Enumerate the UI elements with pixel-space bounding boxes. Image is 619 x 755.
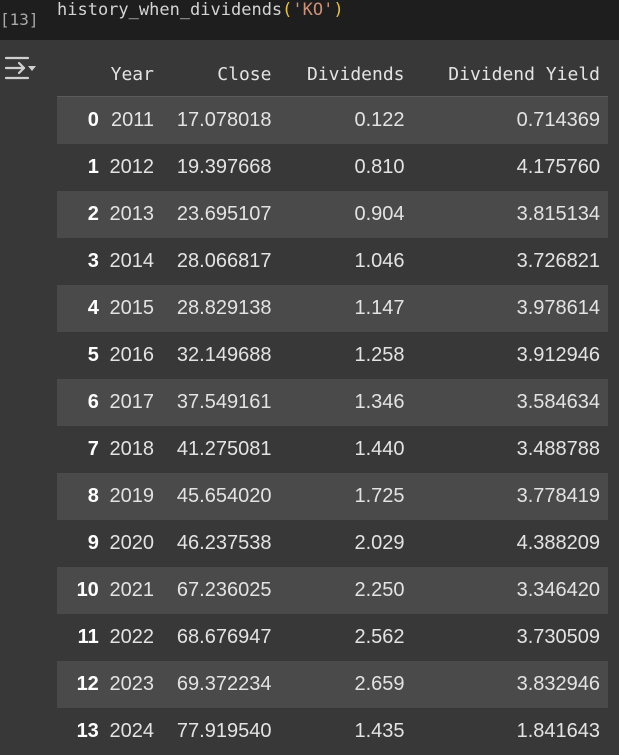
cell-year: 2013 [109,202,154,225]
dataframe-table: Year Close Dividends Dividend Yield 0 201… [57,52,608,755]
cell-close: 19.397668 [176,155,272,178]
cell-year: 2019 [109,484,154,507]
code-cell[interactable]: [13] history_when_dividends('KO') [0,0,619,40]
cell-dividend-yield: 1.841643 [516,719,600,742]
row-index: 13 [76,719,99,742]
cell-dividends: 0.122 [354,108,405,131]
index-header [57,52,105,97]
cell-year: 2021 [109,578,154,601]
table-row: 2 2013 23.695107 0.904 3.815134 [57,190,608,238]
cell-dividends: 2.562 [354,625,405,648]
table-row: 10 2021 67.236025 2.250 3.346420 [57,566,608,614]
table-row: 7 2018 41.275081 1.440 3.488788 [57,425,608,473]
table-row: 1 2012 19.397668 0.810 4.175760 [57,143,608,191]
cell-dividend-yield: 0.714369 [516,108,600,131]
cell-dividend-yield: 3.730509 [516,625,600,648]
cell-year: 2015 [109,296,154,319]
cell-dividend-yield: 3.488788 [516,437,600,460]
code-string-arg: 'KO' [292,0,334,20]
output-collapse-icon[interactable] [4,54,38,82]
table-row: 8 2019 45.654020 1.725 3.778419 [57,472,608,520]
cell-close: 46.237538 [176,531,272,554]
code-function-name: history_when_dividends [57,0,283,20]
cell-year: 2016 [109,343,154,366]
cell-dividends: 1.725 [354,484,405,507]
row-index: 7 [87,437,99,460]
table-row: 4 2015 28.829138 1.147 3.978614 [57,284,608,332]
cell-dividends: 0.904 [354,202,405,225]
cell-close: 77.919540 [176,719,272,742]
code-open-paren: ( [282,0,293,20]
row-index: 10 [76,578,99,601]
cell-dividend-yield: 3.815134 [516,202,600,225]
cell-dividend-yield: 3.346420 [516,578,600,601]
cell-dividends: 2.250 [354,578,405,601]
cell-dividend-yield: 3.584634 [516,390,600,413]
code-editor[interactable]: history_when_dividends('KO') [57,0,344,20]
cell-close: 37.549161 [176,390,272,413]
execution-count: [13] [0,10,39,29]
cell-close: 17.078018 [176,108,272,131]
cell-dividends: 1.435 [354,719,405,742]
cell-year: 2017 [109,390,154,413]
cell-year: 2020 [109,531,154,554]
table-row: 11 2022 68.676947 2.562 3.730509 [57,613,608,661]
cell-close: 23.695107 [176,202,272,225]
row-index: 12 [76,672,99,695]
cell-close: 45.654020 [176,484,272,507]
cell-dividends: 2.029 [354,531,405,554]
cell-close: 28.829138 [176,296,272,319]
cell-year: 2018 [109,437,154,460]
cell-year: 2024 [109,719,154,742]
cell-dividend-yield: 4.175760 [516,155,600,178]
table-row: 3 2014 28.066817 1.046 3.726821 [57,237,608,285]
row-index: 0 [87,108,99,131]
row-index: 2 [87,202,99,225]
table-header-row: Year Close Dividends Dividend Yield [57,52,608,97]
cell-close: 67.236025 [176,578,272,601]
cell-dividends: 0.810 [354,155,405,178]
row-index: 4 [87,296,99,319]
table-row: 13 2024 77.919540 1.435 1.841643 [57,707,608,755]
cell-year: 2012 [109,155,154,178]
cell-dividend-yield: 3.912946 [516,343,600,366]
cell-dividend-yield: 3.778419 [516,484,600,507]
cell-dividends: 1.147 [354,296,405,319]
cell-dividends: 1.346 [354,390,405,413]
row-index: 5 [87,343,99,366]
cell-dividends: 1.440 [354,437,405,460]
column-header-dividends: Dividends [279,52,413,97]
cell-close: 68.676947 [176,625,272,648]
cell-dividend-yield: 3.978614 [516,296,600,319]
column-header-year: Year [104,52,162,97]
cell-dividend-yield: 3.832946 [516,672,600,695]
row-index: 8 [87,484,99,507]
cell-year: 2014 [109,249,154,272]
cell-year: 2011 [110,108,154,131]
row-index: 9 [87,531,99,554]
column-header-close: Close [161,52,280,97]
table-row: 9 2020 46.237538 2.029 4.388209 [57,519,608,567]
table-row: 6 2017 37.549161 1.346 3.584634 [57,378,608,426]
cell-dividend-yield: 3.726821 [516,249,600,272]
cell-year: 2022 [109,625,154,648]
cell-dividend-yield: 4.388209 [516,531,600,554]
table-row: 5 2016 32.149688 1.258 3.912946 [57,331,608,379]
cell-dividends: 1.046 [354,249,405,272]
cell-close: 32.149688 [176,343,272,366]
table-row: 12 2023 69.372234 2.659 3.832946 [57,660,608,708]
cell-dividends: 1.258 [354,343,405,366]
row-index: 1 [87,155,99,178]
cell-close: 41.275081 [176,437,272,460]
row-index: 11 [77,625,99,648]
cell-dividends: 2.659 [354,672,405,695]
row-index: 3 [87,249,99,272]
table-row: 0 2011 17.078018 0.122 0.714369 [57,96,608,144]
row-index: 6 [87,390,99,413]
cell-year: 2023 [109,672,154,695]
code-close-paren: ) [333,0,344,20]
column-header-dividend-yield: Dividend Yield [412,52,608,97]
cell-close: 69.372234 [176,672,272,695]
cell-close: 28.066817 [176,249,272,272]
